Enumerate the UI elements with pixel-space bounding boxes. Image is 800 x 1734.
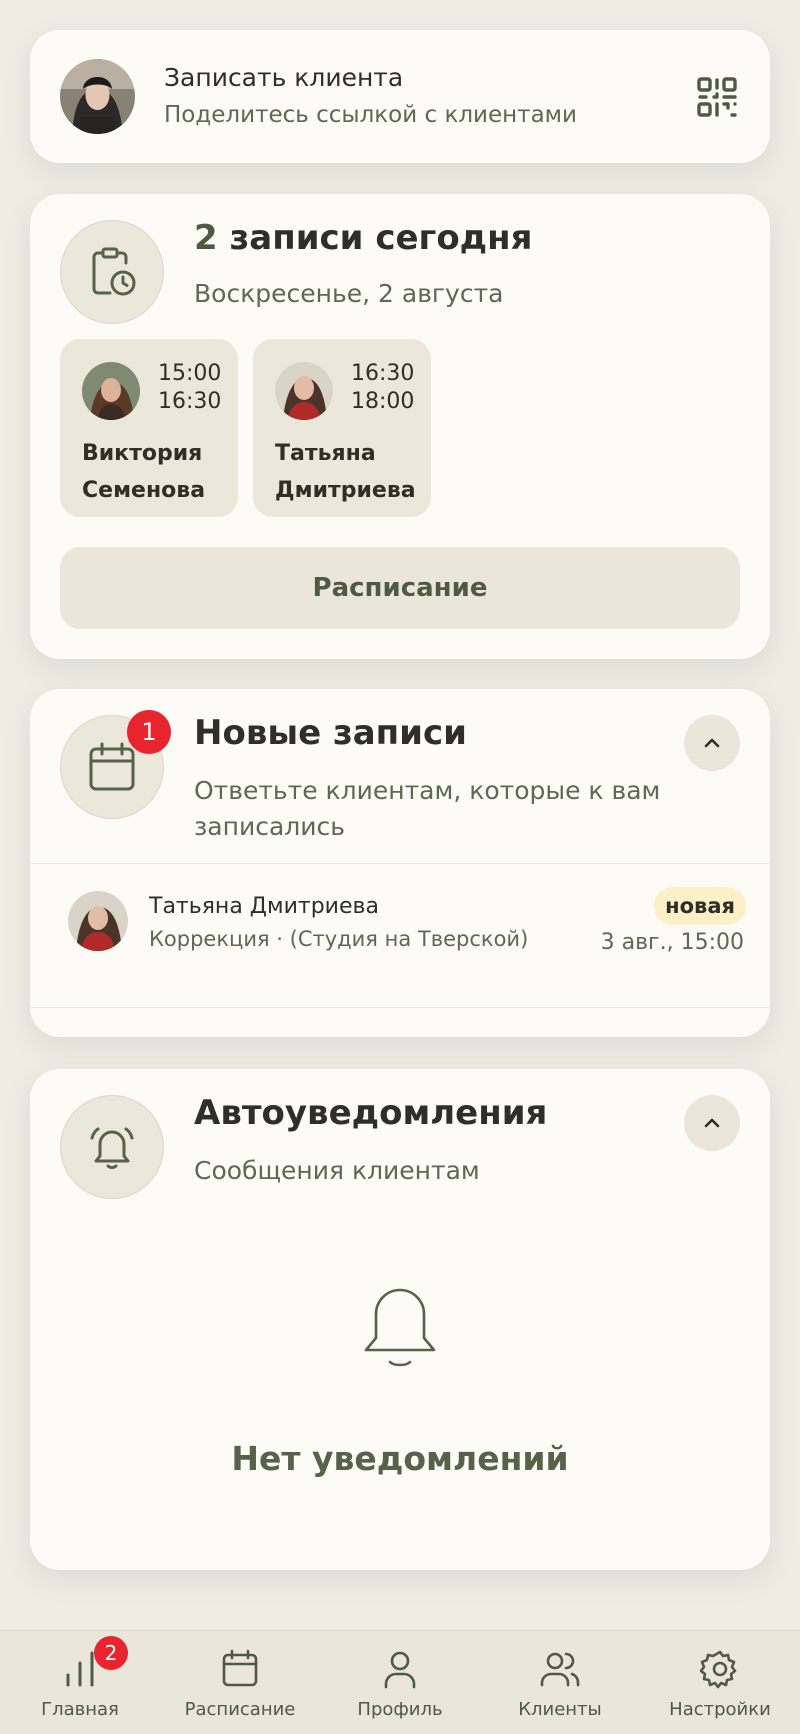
appointment-end: 16:30: [158, 389, 222, 414]
new-bookings-count-badge: 1: [127, 710, 171, 754]
chevron-up-icon: [704, 1118, 720, 1128]
client-first-name: Виктория: [82, 441, 203, 466]
user-avatar: [60, 59, 135, 134]
user-icon: [384, 1651, 416, 1689]
client-avatar: [275, 362, 333, 420]
gear-icon: [700, 1650, 737, 1689]
tab-profile[interactable]: Профиль: [320, 1631, 480, 1734]
today-count: 2: [194, 218, 218, 258]
today-title-text: записи сегодня: [229, 218, 533, 258]
appointment-card[interactable]: 15:00 16:30 Виктория Семенова: [60, 339, 238, 517]
clipboard-clock-icon: [92, 247, 136, 296]
bell-icon: [90, 1127, 134, 1169]
appointment-times: 15:00 16:30: [158, 360, 221, 416]
today-card: 2 записи сегодня Воскресенье, 2 августа …: [30, 194, 770, 659]
appointment-start: 16:30: [351, 361, 415, 386]
divider: [30, 1007, 770, 1008]
auto-notifications-subtitle: Сообщения клиентам: [194, 1156, 480, 1185]
tab-label: Настройки: [669, 1699, 771, 1720]
appointment-end: 18:00: [351, 389, 415, 414]
today-date: Воскресенье, 2 августа: [194, 279, 504, 308]
collapse-notifications-button[interactable]: [684, 1095, 740, 1151]
collapse-new-bookings-button[interactable]: [684, 715, 740, 771]
appointment-client-name: Виктория Семенова: [82, 435, 205, 509]
empty-state-text: Нет уведомлений: [231, 1439, 569, 1478]
new-bookings-subtitle: Ответьте клиентам, которые к вам записал…: [194, 776, 661, 841]
booking-row[interactable]: Татьяна Дмитриева Коррекция · (Студия на…: [30, 864, 770, 999]
appointment-times: 16:30 18:00: [351, 360, 414, 416]
tab-settings[interactable]: Настройки: [640, 1631, 800, 1734]
client-avatar: [68, 891, 128, 951]
auto-notifications-card: Автоуведомления Сообщения клиентам Нет у…: [30, 1069, 770, 1570]
new-bookings-title: Новые записи: [194, 713, 467, 753]
booking-service: Коррекция · (Студия на Тверской): [149, 927, 529, 951]
book-client-card[interactable]: Записать клиента Поделитесь ссылкой с кл…: [30, 30, 770, 163]
bell-icon-circle: [60, 1095, 164, 1199]
auto-notifications-title: Автоуведомления: [194, 1093, 548, 1133]
calendar-icon: [89, 742, 135, 791]
booking-client-name: Татьяна Дмитриева: [149, 894, 379, 919]
appointment-card[interactable]: 16:30 18:00 Татьяна Дмитриева: [253, 339, 431, 517]
book-client-subtitle: Поделитесь ссылкой с клиентами: [164, 102, 577, 128]
client-last-name: Дмитриева: [275, 478, 416, 503]
appointment-client-name: Татьяна Дмитриева: [275, 435, 416, 509]
clipboard-clock-icon-circle: [60, 220, 164, 324]
tab-home[interactable]: Главная: [0, 1631, 160, 1734]
tab-label: Расписание: [184, 1699, 296, 1720]
schedule-button[interactable]: Расписание: [60, 547, 740, 629]
appointment-start: 15:00: [158, 361, 222, 386]
booking-datetime: 3 авг., 15:00: [600, 930, 744, 955]
home-screen: Записать клиента Поделитесь ссылкой с кл…: [0, 0, 800, 1734]
users-icon: [540, 1652, 580, 1687]
status-badge: новая: [654, 887, 746, 925]
tab-clients[interactable]: Клиенты: [480, 1631, 640, 1734]
chevron-up-icon: [704, 738, 720, 748]
tab-label: Главная: [41, 1699, 119, 1720]
home-tab-badge: 2: [94, 1636, 128, 1670]
client-first-name: Татьяна: [275, 441, 376, 466]
qr-code-icon[interactable]: [697, 77, 737, 117]
tab-schedule[interactable]: Расписание: [160, 1631, 320, 1734]
book-client-title: Записать клиента: [164, 63, 404, 92]
bell-icon: [364, 1288, 436, 1367]
tab-label: Профиль: [357, 1699, 443, 1720]
client-avatar: [82, 362, 140, 420]
client-last-name: Семенова: [82, 478, 206, 503]
tab-label: Клиенты: [518, 1699, 602, 1720]
today-title: 2 записи сегодня: [194, 218, 532, 258]
calendar-icon: [222, 1649, 258, 1687]
